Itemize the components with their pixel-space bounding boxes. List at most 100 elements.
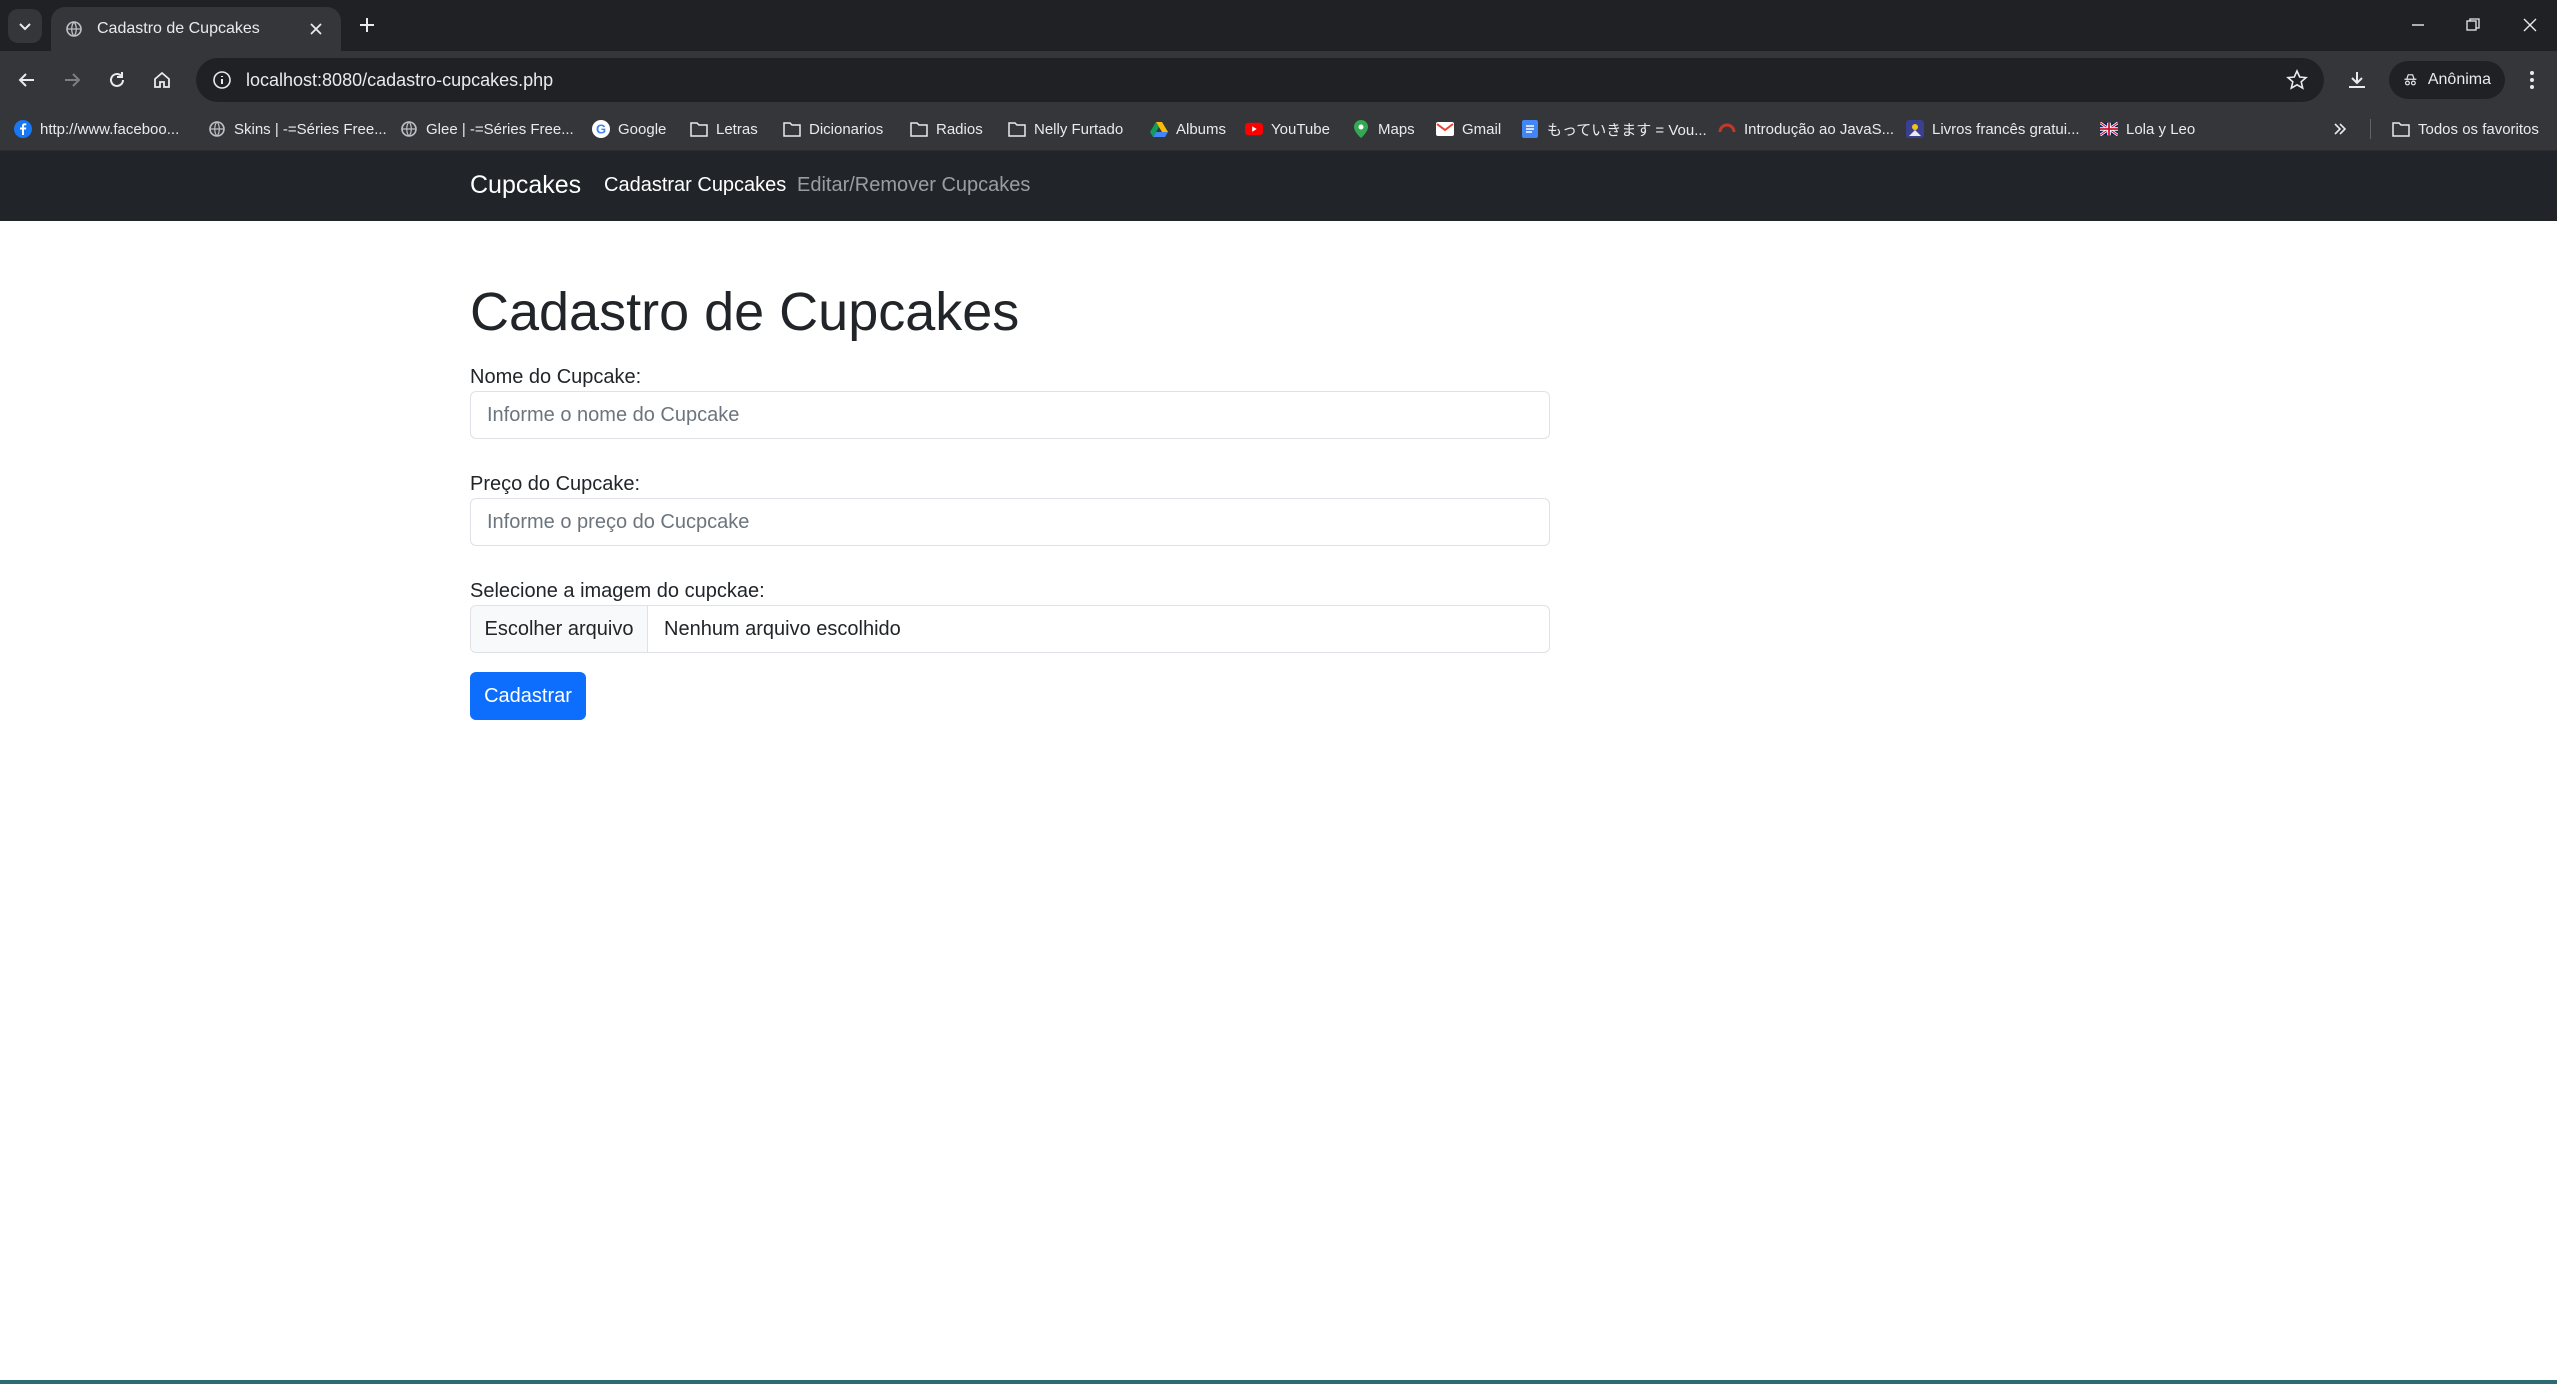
- bookmark-nelly-furtado[interactable]: Nelly Furtado: [1008, 107, 1123, 151]
- tab-search-button[interactable]: [8, 9, 42, 43]
- bookmark-gmail[interactable]: Gmail: [1436, 107, 1501, 151]
- bookmark-label: Gmail: [1462, 120, 1502, 138]
- tab-title: Cadastro de Cupcakes: [97, 20, 260, 37]
- bookmark-facebook[interactable]: http://www.faceboo...: [14, 107, 179, 151]
- site-icon: [1718, 120, 1736, 138]
- price-label: Preço do Cupcake:: [470, 473, 641, 495]
- bookmark-dicionarios[interactable]: Dicionarios: [783, 107, 883, 151]
- site-info-icon[interactable]: [212, 70, 232, 90]
- minimize-icon: [2412, 24, 2424, 26]
- google-icon: G: [592, 120, 610, 138]
- bookmark-label: Glee | -=Séries Free...: [426, 120, 574, 138]
- back-button[interactable]: [10, 63, 44, 97]
- navbar-brand[interactable]: Cupcakes: [470, 171, 581, 200]
- bookmark-google[interactable]: G Google: [592, 107, 666, 151]
- folder-icon: [910, 120, 928, 138]
- close-window-button[interactable]: [2510, 8, 2550, 42]
- bookmark-label: Google: [618, 120, 667, 138]
- bookmark-label: Introdução ao JavaS...: [1744, 120, 1895, 138]
- bookmark-label: Skins | -=Séries Free...: [234, 120, 387, 138]
- submit-button[interactable]: Cadastrar: [470, 672, 586, 720]
- browser-toolbar: localhost:8080/cadastro-cupcakes.php Anô…: [0, 51, 2557, 107]
- name-label: Nome do Cupcake:: [470, 366, 642, 388]
- arrow-right-icon: [65, 73, 81, 87]
- all-bookmarks-label: Todos os favoritos: [2418, 120, 2539, 138]
- drive-icon: [1150, 120, 1168, 138]
- forward-button[interactable]: [55, 63, 89, 97]
- choose-file-button[interactable]: Escolher arquivo: [471, 606, 648, 652]
- restore-icon: [2466, 18, 2480, 31]
- globe-icon: [66, 21, 82, 37]
- plus-icon: [360, 18, 374, 32]
- bookmark-label: Dicionarios: [809, 120, 884, 138]
- home-icon: [154, 71, 170, 88]
- folder-icon: [783, 120, 801, 138]
- active-tab[interactable]: Cadastro de Cupcakes: [51, 7, 341, 51]
- maps-icon: [1352, 120, 1370, 138]
- bookmark-label: http://www.faceboo...: [40, 120, 180, 138]
- more-vert-icon: [2530, 71, 2534, 89]
- image-file-input[interactable]: Escolher arquivo Nenhum arquivo escolhid…: [470, 605, 1550, 653]
- address-bar[interactable]: localhost:8080/cadastro-cupcakes.php: [196, 58, 2324, 102]
- bookmark-label: Nelly Furtado: [1034, 120, 1124, 138]
- bookmark-label: Albums: [1176, 120, 1227, 138]
- bookmark-label: Maps: [1378, 120, 1415, 138]
- home-button[interactable]: [145, 63, 179, 97]
- reload-button[interactable]: [100, 63, 134, 97]
- incognito-icon: [2404, 74, 2417, 86]
- bookmark-label: Lola y Leo: [2126, 120, 2196, 138]
- nav-link-editar-remover[interactable]: Editar/Remover Cupcakes: [797, 174, 1030, 197]
- tab-close-button[interactable]: [305, 18, 327, 40]
- globe-icon: [400, 120, 418, 138]
- docs-icon: [1521, 120, 1539, 138]
- bookmarks-overflow-button[interactable]: [2332, 107, 2348, 151]
- bookmark-skins[interactable]: Skins | -=Séries Free...: [208, 107, 387, 151]
- bookmark-lola-y-leo[interactable]: Lola y Leo: [2100, 107, 2195, 151]
- bookmark-label: Letras: [716, 120, 758, 138]
- chevron-down-icon: [19, 23, 31, 31]
- nav-link-cadastrar[interactable]: Cadastrar Cupcakes: [604, 174, 786, 197]
- all-bookmarks-folder[interactable]: Todos os favoritos: [2392, 107, 2539, 151]
- browser-menu-button[interactable]: [2515, 63, 2549, 97]
- minimize-button[interactable]: [2398, 8, 2438, 42]
- profile-label: Anônima: [2427, 71, 2491, 88]
- download-icon: [2349, 72, 2365, 88]
- incognito-profile-button[interactable]: Anônima: [2389, 61, 2505, 99]
- new-tab-button[interactable]: [354, 12, 380, 38]
- facebook-icon: [14, 120, 32, 138]
- bookmark-label: Livros francês gratui...: [1932, 120, 2080, 138]
- svg-text:G: G: [596, 122, 606, 137]
- close-icon: [310, 23, 322, 35]
- bookmark-radios[interactable]: Radios: [910, 107, 983, 151]
- youtube-icon: [1245, 120, 1263, 138]
- page-viewport: Cupcakes Cadastrar Cupcakes Editar/Remov…: [0, 151, 2557, 1384]
- bookmark-glee[interactable]: Glee | -=Séries Free...: [400, 107, 574, 151]
- bookmarks-bar: http://www.faceboo... Skins | -=Séries F…: [0, 107, 2557, 151]
- restore-button[interactable]: [2453, 8, 2493, 42]
- bookmark-youtube[interactable]: YouTube: [1245, 107, 1330, 151]
- star-icon[interactable]: [2286, 69, 2308, 91]
- site-icon: [1906, 120, 1924, 138]
- bookmark-label: YouTube: [1271, 120, 1330, 138]
- bookmark-letras[interactable]: Letras: [690, 107, 758, 151]
- bookmark-label: もっていきます = Vou...: [1547, 121, 1707, 139]
- bookmarks-divider: [2370, 119, 2371, 139]
- folder-icon: [2392, 120, 2410, 138]
- close-icon: [2523, 18, 2537, 32]
- bookmark-javascript[interactable]: Introdução ao JavaS...: [1718, 107, 1894, 151]
- cupcake-price-input[interactable]: [470, 498, 1550, 546]
- bookmark-docs[interactable]: もっていきます = Vou...: [1521, 107, 1707, 151]
- bookmark-livros-frances[interactable]: Livros francês gratui...: [1906, 107, 2080, 151]
- address-url[interactable]: localhost:8080/cadastro-cupcakes.php: [246, 70, 2286, 91]
- uk-flag-icon: [2100, 120, 2118, 138]
- cupcake-name-input[interactable]: [470, 391, 1550, 439]
- site-navbar: Cupcakes Cadastrar Cupcakes Editar/Remov…: [0, 151, 2557, 221]
- globe-icon: [208, 120, 226, 138]
- bookmark-maps[interactable]: Maps: [1352, 107, 1415, 151]
- page-title: Cadastro de Cupcakes: [470, 282, 1020, 342]
- reload-icon: [110, 72, 124, 87]
- downloads-button[interactable]: [2340, 63, 2374, 97]
- bookmark-albums[interactable]: Albums: [1150, 107, 1226, 151]
- image-label: Selecione a imagem do cupckae:: [470, 580, 765, 602]
- file-status-text: Nenhum arquivo escolhido: [664, 617, 901, 640]
